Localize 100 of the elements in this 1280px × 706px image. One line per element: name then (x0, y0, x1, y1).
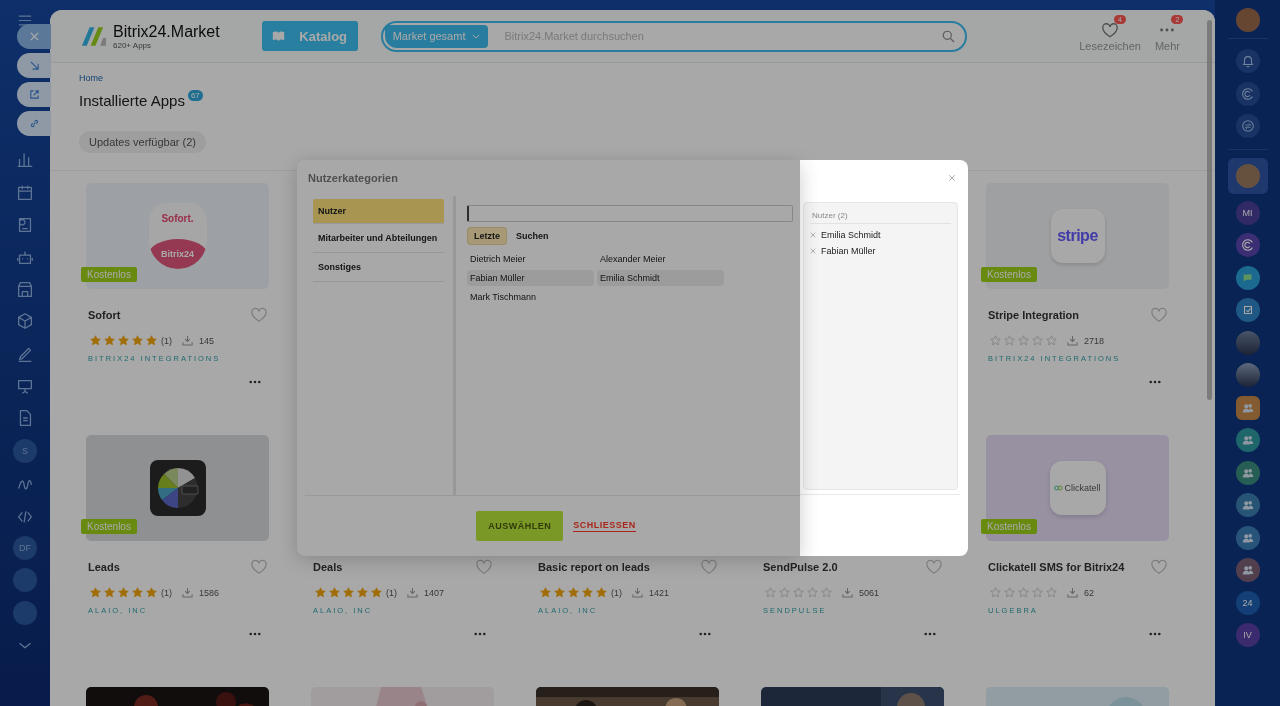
spiral-icon[interactable] (1235, 81, 1260, 106)
star-icon (343, 587, 354, 598)
user-item[interactable]: Dietrich Meier (467, 251, 594, 267)
chat-avatar[interactable]: 24 (1235, 590, 1260, 615)
user-item[interactable]: Mark Tischmann (467, 289, 594, 305)
select-button[interactable]: AUSWÄHLEN (476, 511, 564, 541)
star-icon (132, 335, 143, 346)
star-icon (118, 335, 129, 346)
star-icon (793, 587, 804, 598)
download-icon (182, 587, 193, 598)
heart-icon[interactable] (700, 559, 718, 575)
tab[interactable]: Letzte (467, 227, 507, 245)
group-icon[interactable] (1235, 428, 1260, 453)
chat-sync-icon[interactable] (1235, 114, 1260, 139)
star-icon (104, 335, 115, 346)
app-banner[interactable] (86, 435, 269, 541)
copy-link-button[interactable] (17, 111, 51, 136)
user-item[interactable]: Fabian Müller (467, 270, 594, 286)
tab[interactable]: Suchen (510, 227, 555, 245)
category-item[interactable]: Mitarbeiter und Abteilungen (313, 224, 444, 253)
download-count: 1421 (649, 587, 670, 598)
heart-icon (1101, 21, 1120, 39)
group-icon[interactable] (1235, 460, 1260, 485)
more-icon[interactable] (474, 632, 486, 636)
star-icon (315, 587, 326, 598)
close-icon[interactable] (948, 174, 956, 182)
close-button[interactable] (17, 24, 51, 49)
app-title[interactable]: Leads (88, 561, 120, 573)
rating-count: (1) (161, 335, 172, 346)
group-icon[interactable] (1235, 493, 1260, 518)
spiral-icon[interactable] (1235, 233, 1260, 258)
close-link[interactable]: SCHLIESSEN (573, 520, 636, 532)
chat-avatar[interactable]: MI (1235, 200, 1260, 225)
more-icon[interactable] (1149, 632, 1161, 636)
download-icon (842, 587, 853, 598)
bell-icon[interactable] (1235, 49, 1260, 74)
category-item[interactable]: Nutzer (313, 199, 444, 224)
count-badge: 67 (187, 90, 203, 101)
chat-icon[interactable] (1235, 265, 1260, 290)
remove-icon[interactable] (810, 232, 816, 238)
star-icon (596, 587, 607, 598)
download-count: 62 (1084, 587, 1094, 598)
logo-text: Bitrix24 (148, 239, 207, 269)
open-new-window-button[interactable] (17, 82, 51, 107)
group-icon[interactable] (1235, 395, 1260, 420)
app-title[interactable]: Clickatell SMS for Bitrix24 (988, 561, 1125, 573)
logo-icon[interactable] (80, 24, 107, 48)
app-title[interactable]: Basic report on leads (538, 561, 650, 573)
more-icon[interactable] (1149, 380, 1161, 384)
heart-icon[interactable] (250, 559, 268, 575)
more-icon[interactable] (699, 632, 711, 636)
app-title[interactable]: SendPulse 2.0 (763, 561, 838, 573)
heart-icon[interactable] (250, 307, 268, 323)
download-count: 1407 (424, 587, 445, 598)
chat-avatar[interactable] (1235, 330, 1260, 355)
star-icon (765, 587, 776, 598)
group-icon[interactable] (1235, 558, 1260, 583)
price-badge: Kostenlos (981, 519, 1037, 534)
app-title[interactable]: Sofort (88, 309, 121, 321)
star-icon (568, 587, 579, 598)
search-icon[interactable] (941, 29, 955, 43)
star-icon (1004, 335, 1015, 346)
download-icon (632, 587, 643, 598)
download-count: 2718 (1084, 335, 1105, 346)
heart-icon[interactable] (475, 559, 493, 575)
chat-avatar[interactable]: DF (13, 536, 37, 561)
user-avatar[interactable] (1235, 8, 1260, 32)
group-icon[interactable] (1235, 525, 1260, 550)
cube-icon[interactable] (15, 311, 35, 332)
more-icon[interactable] (249, 632, 261, 636)
scrollbar[interactable] (1207, 20, 1212, 400)
app-title[interactable]: Deals (313, 561, 343, 573)
download-icon (1067, 587, 1078, 598)
rating-count: (1) (386, 587, 397, 598)
user-item[interactable]: Alexander Meier (597, 251, 724, 267)
heart-icon[interactable] (1150, 559, 1168, 575)
user-item[interactable]: Emilia Schmidt (597, 270, 724, 286)
chat-avatar[interactable]: IV (1235, 623, 1260, 648)
star-icon (329, 587, 340, 598)
app-title[interactable]: Stripe Integration (988, 309, 1080, 321)
star-icon (118, 587, 129, 598)
more-icon[interactable] (924, 632, 936, 636)
heart-icon[interactable] (1150, 307, 1168, 323)
remove-icon[interactable] (810, 248, 816, 254)
more-icon[interactable] (249, 380, 261, 384)
minimize-button[interactable] (17, 53, 51, 78)
caret-icon (472, 33, 481, 39)
chat-avatar[interactable] (1235, 363, 1260, 388)
logo-text: stripe (1057, 227, 1098, 245)
search-field[interactable] (467, 205, 793, 222)
star-icon (1004, 587, 1015, 598)
logo-subtitle: 620+ Apps (113, 40, 153, 50)
filter-chip[interactable]: Updates verfügbar (2) (79, 131, 206, 153)
dialog-title: Nutzerkategorien (307, 171, 399, 186)
category-item[interactable]: Sonstiges (313, 253, 444, 282)
star-icon (1046, 587, 1057, 598)
task-icon[interactable] (1235, 298, 1260, 323)
breadcrumb-link[interactable]: Home (79, 73, 103, 83)
selected-users-heading: Nutzer (2) (810, 203, 951, 224)
heart-icon[interactable] (925, 559, 943, 575)
